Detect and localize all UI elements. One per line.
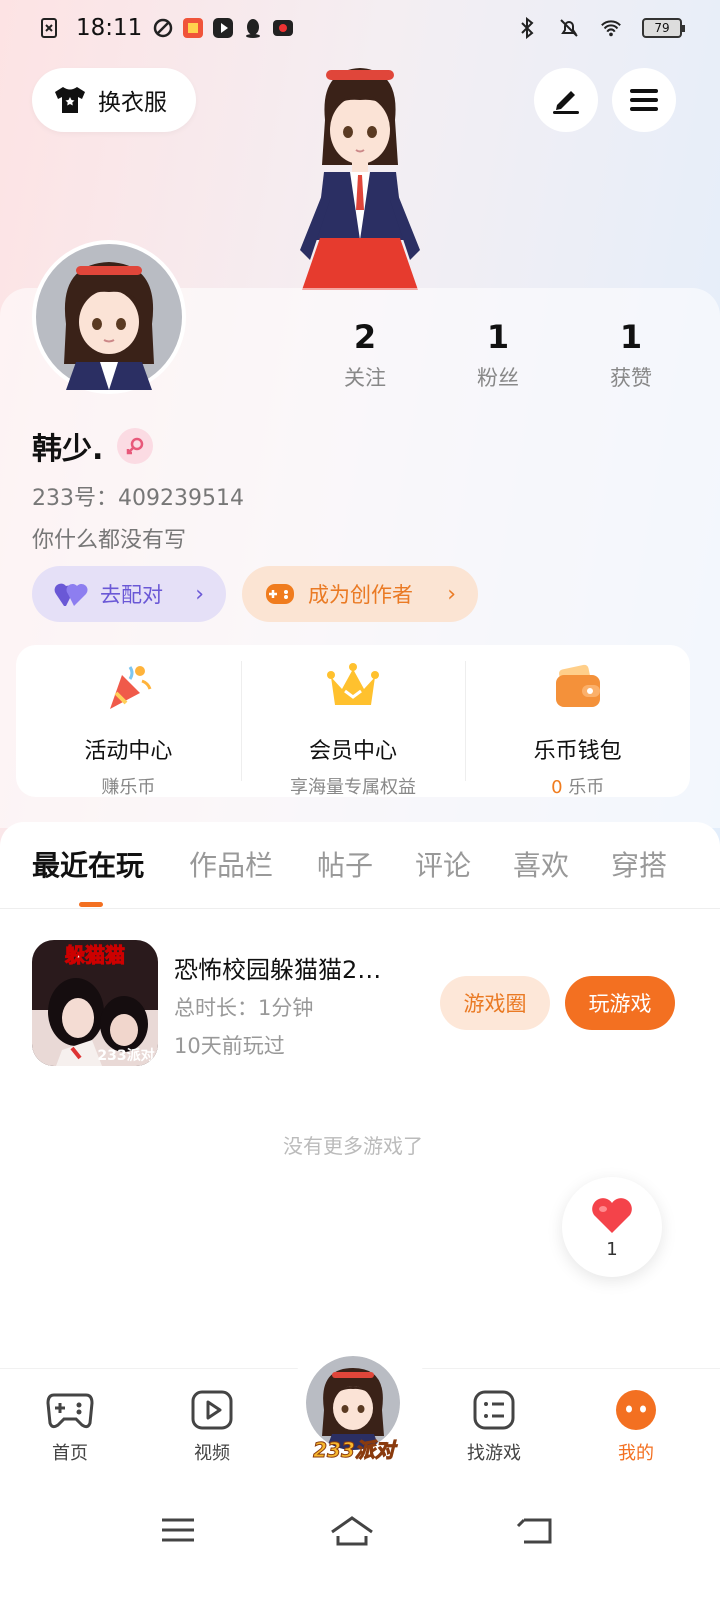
stat-value: 2 [353, 318, 377, 356]
tshirt-icon [55, 87, 85, 113]
user-bio: 你什么都没有写 [32, 528, 187, 553]
gamepad-icon [266, 584, 294, 604]
wifi-icon [601, 20, 621, 37]
stat-label: 获赞 [610, 366, 652, 390]
tab-recent-playing[interactable]: 最近在玩 [32, 844, 144, 884]
pencil-icon [553, 91, 579, 114]
stat-value: 1 [486, 318, 510, 356]
game-icon-badge: 233派对 [97, 1047, 154, 1064]
tab-comments[interactable]: 评论 [415, 844, 471, 884]
nav-label: 视频 [194, 1443, 230, 1464]
feature-subtitle: 赚乐币 [101, 777, 156, 798]
profile-stats: 2 关注 1 粉丝 1 获赞 [0, 318, 720, 398]
profile-tabs: 最近在玩 作品栏 帖子 评论 喜欢 穿搭 [0, 844, 720, 908]
nav-label: 首页 [52, 1443, 88, 1464]
game-icon[interactable]: 躲猫猫 233派对 [32, 940, 158, 1066]
play-notify-icon [213, 18, 234, 38]
become-creator-label: 成为创作者 [308, 583, 413, 607]
username-row: 韩少. [32, 424, 154, 468]
content-panel: 最近在玩 作品栏 帖子 评论 喜欢 穿搭 躲猫猫 233派对 恐怖校园躲猫猫2…… [0, 822, 720, 1382]
nav-me[interactable]: 我的 [586, 1389, 686, 1465]
game-last-played: 10天前玩过 [174, 1034, 285, 1058]
link-icon [154, 18, 173, 38]
feature-title: 会员中心 [309, 739, 398, 764]
profile-face-icon [616, 1390, 656, 1430]
status-bar: 18:11 79 [0, 0, 720, 56]
become-creator-button[interactable]: 成为创作者 › [242, 566, 478, 622]
nav-label: 我的 [618, 1443, 654, 1464]
feature-subtitle: 享海量专属权益 [290, 777, 416, 798]
stat-followers[interactable]: 1 粉丝 [448, 318, 548, 392]
tab-posts[interactable]: 帖子 [317, 844, 373, 884]
nav-home[interactable]: 首页 [20, 1389, 120, 1465]
hamburger-icon [630, 89, 658, 111]
battery-indicator: 79 [642, 18, 685, 38]
tab-works[interactable]: 作品栏 [189, 844, 273, 884]
feature-title: 活动中心 [84, 739, 173, 764]
feature-shortcuts: 活动中心 赚乐币 会员中心 享海量专属权益 乐币钱包 0 乐币 [16, 645, 690, 799]
recent-apps-icon[interactable] [154, 1510, 202, 1550]
home-icon[interactable] [328, 1510, 376, 1550]
game-play-duration: 总时长：1分钟 [174, 996, 314, 1020]
double-heart-icon [54, 583, 88, 606]
stat-label: 粉丝 [477, 366, 519, 390]
tab-outfits[interactable]: 穿搭 [611, 844, 667, 884]
stat-value: 1 [619, 318, 643, 356]
match-button[interactable]: 去配对 › [32, 566, 226, 622]
feature-title: 乐币钱包 [533, 739, 622, 764]
video-play-icon [191, 1390, 233, 1430]
nav-party-label: 233派对 [313, 1438, 396, 1463]
crown-icon [327, 663, 379, 705]
change-outfit-button[interactable]: 换衣服 [32, 68, 196, 132]
like-count: 1 [606, 1238, 618, 1260]
game-title[interactable]: 恐怖校园躲猫猫2… [174, 950, 419, 985]
coin-balance: 0 乐币 [465, 773, 690, 799]
tab-likes[interactable]: 喜欢 [513, 844, 569, 884]
stat-label: 关注 [344, 366, 386, 390]
user-id: 233号：409239514 [32, 486, 244, 511]
stat-following[interactable]: 2 关注 [315, 318, 415, 392]
mute-bell-icon [560, 19, 578, 37]
list-item[interactable]: 躲猫猫 233派对 恐怖校园躲猫猫2… 总时长：1分钟 10天前玩过 游戏圈 玩… [32, 940, 692, 1066]
divider [0, 908, 720, 909]
game-icon-title: 躲猫猫 [65, 943, 125, 967]
system-navigation-bar [0, 1486, 720, 1600]
back-icon[interactable] [512, 1510, 560, 1550]
coin-wallet-entry[interactable]: 乐币钱包 0 乐币 [465, 645, 690, 799]
chevron-right-icon: › [195, 581, 204, 607]
nav-find-games[interactable]: 找游戏 [444, 1389, 544, 1465]
play-game-button[interactable]: 玩游戏 [565, 976, 675, 1030]
username: 韩少. [32, 432, 104, 467]
change-outfit-label: 换衣服 [98, 90, 167, 116]
menu-button[interactable] [612, 68, 676, 132]
edit-profile-button[interactable] [534, 68, 598, 132]
wallet-icon [555, 664, 600, 707]
bluetooth-icon [521, 17, 534, 39]
qq-icon [246, 19, 261, 38]
game-circle-button[interactable]: 游戏圈 [440, 976, 550, 1030]
coin-balance-value: 0 [551, 777, 563, 798]
chevron-right-icon: › [447, 581, 456, 607]
female-gender-icon [117, 428, 154, 464]
no-more-games-text: 没有更多游戏了 [283, 1134, 423, 1158]
match-label: 去配对 [100, 583, 163, 607]
gamepad-icon [46, 1393, 94, 1429]
nav-video[interactable]: 视频 [162, 1389, 262, 1465]
like-floating-button[interactable]: 1 [562, 1177, 662, 1277]
record-icon [273, 20, 294, 36]
status-time: 18:11 [76, 15, 143, 41]
list-icon [473, 1390, 515, 1430]
nav-label: 找游戏 [467, 1443, 521, 1464]
sim-icon [41, 18, 57, 38]
coin-balance-unit: 乐币 [568, 777, 605, 798]
activity-center-entry[interactable]: 活动中心 赚乐币 [16, 645, 241, 798]
stat-likes[interactable]: 1 获赞 [581, 318, 681, 392]
avatar-3d-figure[interactable] [280, 60, 440, 290]
vip-center-entry[interactable]: 会员中心 享海量专属权益 [240, 645, 466, 798]
active-tab-indicator [79, 902, 103, 907]
heart-icon [592, 1197, 632, 1233]
app-notify-icon [183, 18, 204, 38]
party-popper-icon [110, 666, 152, 709]
